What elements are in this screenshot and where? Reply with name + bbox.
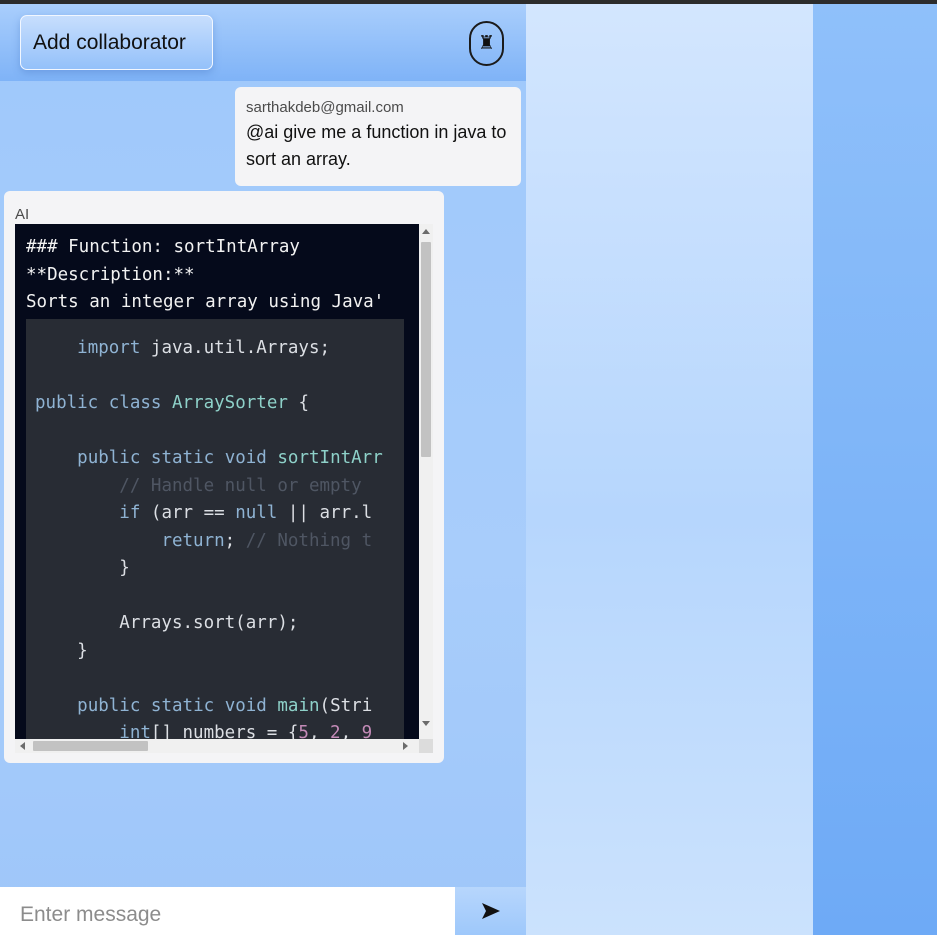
ai-message-bubble: AI ### Function: sortIntArray **Descript… [4, 191, 444, 763]
chess-rook-icon: ♜ [477, 33, 496, 54]
side-panel [526, 4, 813, 935]
message-input-bar [0, 887, 526, 935]
markdown-line: **Description:** [26, 264, 195, 285]
code-line: if (arr == null || arr.l [119, 503, 373, 523]
chat-header: Add collaborator ♜ [0, 4, 526, 81]
code-line: // Handle null or empty [119, 475, 373, 496]
horizontal-scroll-thumb[interactable] [33, 741, 148, 751]
message-sender: AI [15, 206, 30, 223]
code-line: } [35, 640, 88, 661]
far-right-panel [813, 4, 937, 935]
scroll-right-arrow-icon[interactable] [403, 742, 408, 750]
code-line: Arrays.sort(arr); [35, 613, 299, 633]
markdown-text: ### Function: sortIntArray **Description… [26, 234, 384, 317]
scroll-left-arrow-icon[interactable] [20, 742, 25, 750]
java-code-block: import java.util.Arrays; public class Arr… [26, 319, 404, 739]
scroll-up-arrow-icon[interactable] [422, 229, 430, 234]
markdown-line: ### Function: sortIntArray [26, 237, 300, 257]
code-line: public class ArraySorter { [35, 393, 309, 413]
code-line: public static void sortIntArr [77, 448, 383, 468]
message-input[interactable] [0, 887, 455, 935]
ai-response-scroll-area[interactable]: ### Function: sortIntArray **Description… [15, 224, 433, 753]
horizontal-scrollbar[interactable] [15, 739, 419, 753]
ai-response-content: ### Function: sortIntArray **Description… [15, 224, 419, 739]
chess-rook-button[interactable]: ♜ [469, 21, 504, 66]
message-text: @ai give me a function in java to sort a… [246, 122, 507, 169]
chat-panel: Add collaborator ♜ sarthakdeb@gmail.com … [0, 4, 526, 935]
code-text: import java.util.Arrays; public class Arr… [35, 335, 383, 739]
vertical-scrollbar[interactable] [419, 224, 433, 739]
send-button[interactable] [455, 887, 526, 935]
markdown-line: Sorts an integer array using Java' [26, 292, 385, 312]
vertical-scroll-thumb[interactable] [421, 242, 431, 457]
add-collaborator-button[interactable]: Add collaborator [20, 15, 213, 70]
code-line: return; // Nothing t [161, 530, 373, 551]
code-line: int[] numbers = {5, 2, 9 [119, 723, 373, 739]
message-sender: sarthakdeb@gmail.com [246, 99, 404, 116]
send-arrow-icon [481, 903, 500, 919]
code-line: } [35, 558, 130, 578]
scroll-down-arrow-icon[interactable] [422, 721, 430, 726]
user-message-bubble: sarthakdeb@gmail.com @ai give me a funct… [235, 87, 521, 186]
code-line: import java.util.Arrays; [77, 338, 331, 358]
scrollbar-corner [419, 739, 433, 753]
code-line: public static void main(Stri [77, 695, 373, 716]
